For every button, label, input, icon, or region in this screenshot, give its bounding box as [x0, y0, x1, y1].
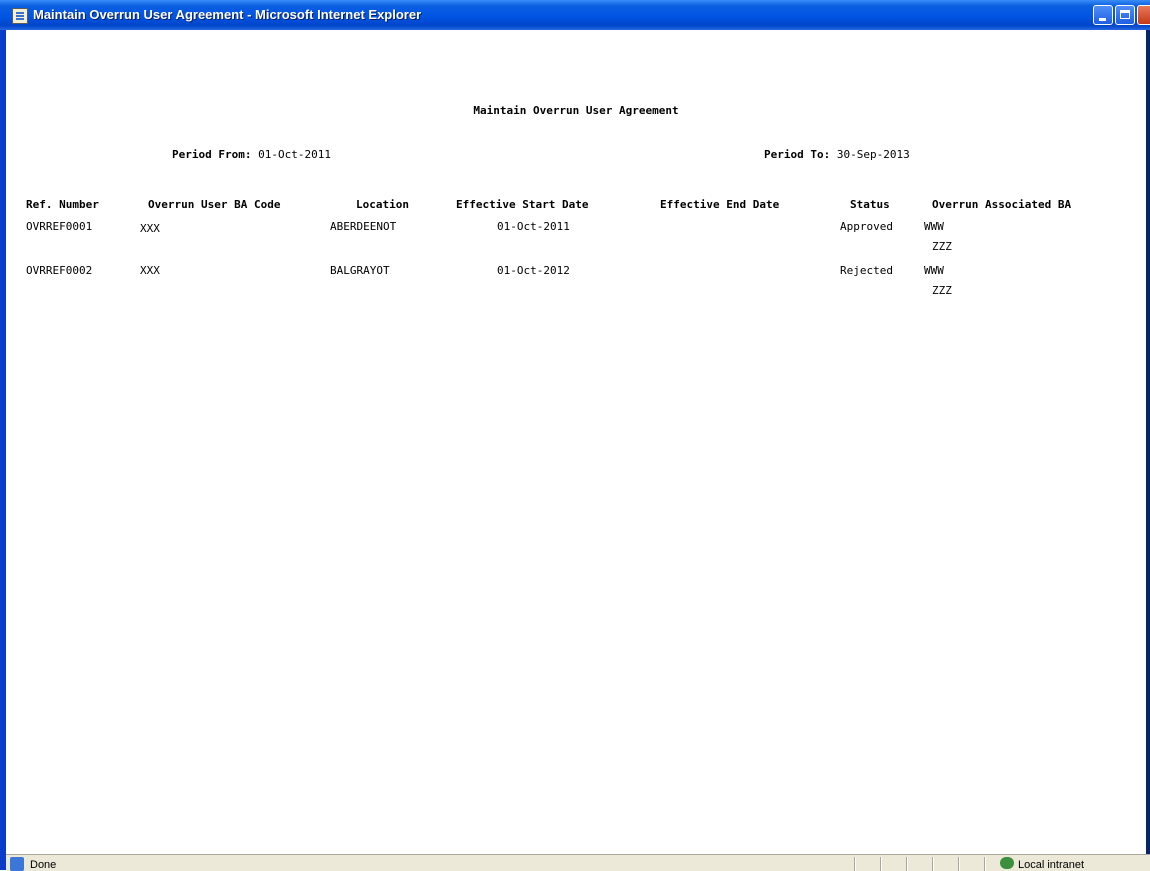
cell-start-date: 01-Oct-2011: [497, 220, 570, 233]
cell-location: ABERDEENOT: [330, 220, 397, 233]
cell-associated-ba: ZZZ: [932, 284, 952, 297]
cell-status: Rejected: [840, 264, 893, 277]
status-divider: [880, 857, 881, 871]
period-to: Period To: 30-Sep-2013: [764, 148, 910, 161]
cell-ref-number: OVRREF0002: [26, 264, 93, 277]
period-from-value: 01-Oct-2011: [258, 148, 331, 161]
browser-window: Maintain Overrun User Agreement - Micros…: [0, 0, 1150, 871]
header-start-date: Effective Start Date: [456, 198, 589, 211]
maximize-button[interactable]: [1115, 5, 1135, 25]
title-bar[interactable]: Maintain Overrun User Agreement - Micros…: [0, 0, 1150, 30]
header-end-date: Effective End Date: [660, 198, 780, 211]
security-zone: Local intranet: [1018, 859, 1085, 871]
cell-ref-number: OVRREF0001: [26, 220, 93, 233]
cell-associated-ba: ZZZ: [932, 240, 952, 253]
status-divider: [984, 857, 985, 871]
status-bar: Done Local intranet: [6, 854, 1150, 871]
period-from-label: Period From:: [172, 148, 252, 161]
ie-page-icon: [12, 8, 28, 24]
window-title: Maintain Overrun User Agreement - Micros…: [33, 7, 422, 22]
header-status: Status: [850, 198, 890, 211]
header-location: Location: [356, 198, 409, 211]
cell-start-date: 01-Oct-2012: [497, 264, 570, 277]
status-text: Done: [30, 859, 57, 871]
page-title: Maintain Overrun User Agreement: [473, 104, 679, 117]
status-divider: [958, 857, 959, 871]
header-associated-ba: Overrun Associated BA: [932, 198, 1072, 211]
status-divider: [854, 857, 855, 871]
cell-associated-ba: WWW: [924, 220, 944, 233]
status-divider: [932, 857, 933, 871]
period-to-value: 30-Sep-2013: [836, 148, 910, 161]
status-divider: [906, 857, 907, 871]
period-to-label: Period To:: [764, 148, 831, 161]
minimize-button[interactable]: [1093, 5, 1113, 25]
page-content: Maintain Overrun User Agreement Period F…: [6, 30, 1146, 854]
cell-ba-code: XXX: [140, 264, 160, 277]
intranet-zone-icon: [1000, 857, 1014, 869]
period-from: Period From: 01-Oct-2011: [172, 148, 331, 161]
cell-location: BALGRAYOT: [330, 264, 390, 277]
cell-associated-ba: WWW: [924, 264, 944, 277]
header-ref-number: Ref. Number: [26, 198, 99, 211]
cell-status: Approved: [840, 220, 893, 233]
close-button[interactable]: [1137, 5, 1150, 25]
page-status-icon: [10, 857, 24, 871]
cell-ba-code: XXX: [140, 222, 160, 235]
header-ba-code: Overrun User BA Code: [148, 198, 281, 211]
